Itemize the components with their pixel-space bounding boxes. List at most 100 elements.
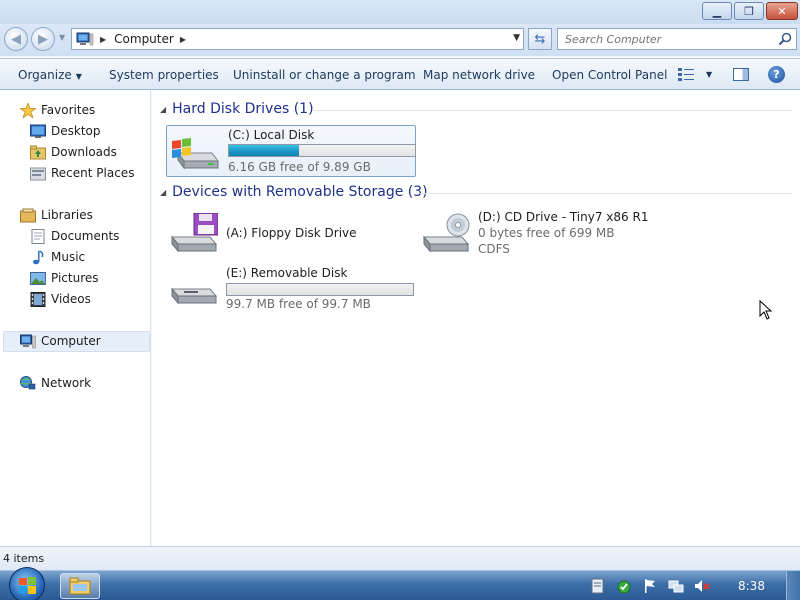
drive-e-usage-bar bbox=[226, 283, 414, 296]
system-tray bbox=[590, 571, 720, 600]
nav-label: Downloads bbox=[51, 145, 117, 159]
show-desktop-button[interactable] bbox=[786, 571, 800, 600]
system-properties-button[interactable]: System properties bbox=[109, 68, 219, 82]
forward-arrow-icon: ▶ bbox=[38, 31, 48, 47]
music-note-icon bbox=[33, 249, 44, 264]
nav-music[interactable]: Music bbox=[30, 248, 85, 266]
group-divider bbox=[312, 110, 792, 111]
windows-logo-icon bbox=[19, 577, 36, 594]
back-button[interactable]: ◀ bbox=[4, 27, 28, 51]
group-removable-storage[interactable]: ◢ Devices with Removable Storage (3) bbox=[160, 184, 428, 200]
drive-file-system: CDFS bbox=[478, 242, 510, 256]
help-button[interactable]: ? bbox=[768, 66, 785, 83]
nav-recent-places[interactable]: Recent Places bbox=[30, 164, 134, 182]
address-row: ◀ ▶ ▼ ▶ Computer ▶ ▼ ⇆ bbox=[0, 24, 800, 56]
floppy-drive-icon bbox=[170, 213, 218, 253]
organize-label: Organize bbox=[18, 68, 72, 82]
address-bar[interactable]: ▶ Computer ▶ ▼ bbox=[71, 28, 524, 50]
content-area: ◢ Hard Disk Drives (1) (C:) Local Disk 6… bbox=[152, 91, 800, 546]
navigation-pane: Favorites Desktop Downloads Recent Place… bbox=[0, 91, 151, 546]
star-icon bbox=[20, 102, 36, 118]
preview-pane-button[interactable] bbox=[733, 68, 749, 81]
videos-film-icon bbox=[30, 291, 46, 307]
minimize-icon: ▁ bbox=[712, 4, 722, 18]
nav-documents[interactable]: Documents bbox=[30, 227, 119, 245]
back-arrow-icon: ◀ bbox=[11, 31, 21, 47]
group-divider bbox=[420, 193, 792, 194]
nav-downloads[interactable]: Downloads bbox=[30, 143, 117, 161]
network-status-icon[interactable] bbox=[668, 578, 684, 594]
nav-videos[interactable]: Videos bbox=[30, 290, 91, 308]
nav-label: Desktop bbox=[51, 124, 101, 138]
search-icon[interactable] bbox=[778, 32, 792, 46]
search-input[interactable] bbox=[558, 29, 768, 49]
explorer-window: ▁ ❐ ✕ ◀ ▶ ▼ ▶ Computer ▶ ▼ ⇆ Search Comp… bbox=[0, 0, 800, 570]
address-history-dropdown-icon[interactable]: ▼ bbox=[513, 33, 520, 43]
nav-label: Recent Places bbox=[51, 166, 135, 180]
pictures-icon bbox=[30, 271, 46, 285]
drive-name: (C:) Local Disk bbox=[228, 128, 315, 142]
drive-name: (E:) Removable Disk bbox=[226, 266, 348, 280]
command-bar: Organize ▼ System properties Uninstall or… bbox=[0, 58, 800, 90]
nav-libraries[interactable]: Libraries bbox=[20, 206, 93, 224]
downloads-folder-icon bbox=[30, 145, 46, 159]
nav-label: Favorites bbox=[41, 103, 96, 117]
volume-muted-icon[interactable] bbox=[694, 578, 710, 594]
nav-label: Videos bbox=[51, 292, 91, 306]
nav-label: Music bbox=[51, 250, 86, 264]
search-box[interactable] bbox=[557, 28, 797, 50]
map-network-drive-button[interactable]: Map network drive bbox=[423, 68, 535, 82]
security-shield-icon[interactable] bbox=[616, 578, 632, 594]
taskbar-explorer-button[interactable] bbox=[60, 573, 100, 599]
group-hard-disk-drives[interactable]: ◢ Hard Disk Drives (1) bbox=[160, 101, 314, 117]
documents-icon bbox=[31, 228, 45, 244]
computer-icon bbox=[20, 334, 36, 348]
action-center-flag-icon[interactable] bbox=[642, 578, 658, 594]
libraries-icon bbox=[20, 208, 36, 222]
item-count: 4 items bbox=[3, 552, 45, 565]
views-icon bbox=[678, 68, 694, 81]
nav-label: Libraries bbox=[41, 208, 93, 222]
collapse-triangle-icon: ◢ bbox=[160, 104, 167, 114]
recent-pages-dropdown-icon[interactable]: ▼ bbox=[59, 33, 65, 42]
computer-icon bbox=[76, 32, 94, 46]
forward-button[interactable]: ▶ bbox=[31, 27, 55, 51]
start-button[interactable] bbox=[9, 567, 45, 600]
group-title: Devices with Removable Storage (3) bbox=[172, 184, 428, 200]
help-icon: ? bbox=[773, 68, 780, 81]
network-globe-icon bbox=[20, 375, 36, 389]
minimize-button[interactable]: ▁ bbox=[702, 2, 732, 20]
taskbar-clock[interactable]: 8:38 bbox=[738, 579, 765, 593]
recent-places-icon bbox=[30, 167, 46, 180]
drive-name: (A:) Floppy Disk Drive bbox=[226, 226, 357, 240]
nav-network[interactable]: Network bbox=[20, 374, 91, 392]
hard-disk-windows-icon bbox=[172, 138, 219, 170]
collapse-triangle-icon: ◢ bbox=[160, 187, 167, 197]
desktop-icon bbox=[30, 124, 46, 138]
breadcrumb-computer[interactable]: Computer bbox=[114, 32, 174, 46]
open-control-panel-button[interactable]: Open Control Panel bbox=[552, 68, 667, 82]
organize-button[interactable]: Organize ▼ bbox=[18, 68, 82, 82]
breadcrumb-separator-icon[interactable]: ▶ bbox=[100, 35, 106, 44]
notes-icon[interactable] bbox=[590, 578, 606, 594]
nav-label: Computer bbox=[41, 334, 101, 348]
restore-icon: ❐ bbox=[744, 4, 754, 18]
breadcrumb-children-icon[interactable]: ▶ bbox=[180, 35, 186, 44]
uninstall-program-button[interactable]: Uninstall or change a program bbox=[233, 68, 416, 82]
nav-pictures[interactable]: Pictures bbox=[30, 269, 99, 287]
close-button[interactable]: ✕ bbox=[766, 2, 798, 20]
nav-desktop[interactable]: Desktop bbox=[30, 122, 101, 140]
drive-c-usage-fill bbox=[229, 145, 300, 156]
change-view-button[interactable]: ▼ bbox=[678, 68, 712, 81]
nav-label: Documents bbox=[51, 229, 120, 243]
views-dropdown-icon[interactable]: ▼ bbox=[706, 70, 712, 79]
maximize-button[interactable]: ❐ bbox=[734, 2, 764, 20]
group-title: Hard Disk Drives (1) bbox=[172, 101, 314, 117]
drive-free-space: 6.16 GB free of 9.89 GB bbox=[228, 160, 371, 174]
nav-computer[interactable]: Computer bbox=[20, 332, 101, 350]
refresh-button[interactable]: ⇆ bbox=[528, 28, 552, 50]
drive-c-usage-bar bbox=[228, 144, 416, 157]
cd-drive-icon bbox=[422, 213, 470, 253]
drive-name: (D:) CD Drive - Tiny7 x86 R1 bbox=[478, 210, 649, 224]
nav-favorites[interactable]: Favorites bbox=[20, 101, 95, 119]
